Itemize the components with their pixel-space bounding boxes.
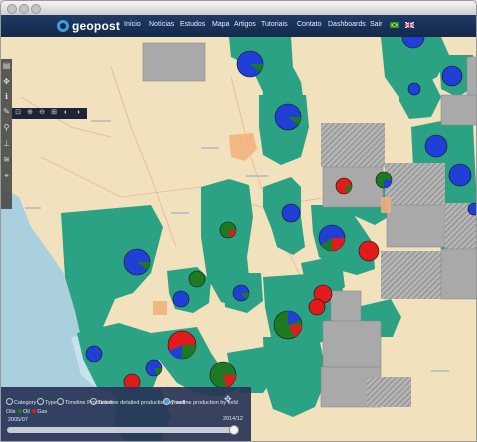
edit-icon[interactable]: ✎ <box>2 107 11 116</box>
sub-legend-gas: Gas <box>37 409 48 415</box>
timeline-start-date: 2005/07 <box>8 417 28 423</box>
pie-marker[interactable] <box>318 224 346 252</box>
pie-marker[interactable] <box>188 270 206 288</box>
map-canvas[interactable] <box>1 37 477 442</box>
pie-marker[interactable] <box>375 171 393 189</box>
pie-marker[interactable] <box>219 221 237 239</box>
zoom-out-icon[interactable]: ⊖ <box>38 109 46 117</box>
nav-item-estudos[interactable]: Estudos <box>180 21 205 28</box>
pie-marker[interactable] <box>358 240 380 262</box>
legend-item-label: Category <box>14 400 37 406</box>
pie-marker[interactable] <box>467 202 477 216</box>
nav-item-dashboards[interactable]: Dashboards <box>328 21 366 28</box>
pie-marker[interactable] <box>448 163 472 187</box>
pie-marker[interactable] <box>407 82 421 96</box>
browser-window: geopost Início Notícias Estudos Mapa Art… <box>0 0 477 442</box>
zoom-toolbar: ⊡ ⊕ ⊖ ⊞ ◐ ◑ <box>12 108 87 119</box>
window-titlebar <box>1 1 476 16</box>
zoom-prev-icon[interactable]: ◐ <box>62 109 70 117</box>
radio-icon <box>90 398 97 405</box>
radio-selected-icon <box>163 398 170 405</box>
uk-flag-icon[interactable] <box>405 22 414 28</box>
nav-item-inicio[interactable]: Início <box>124 21 141 28</box>
pie-marker[interactable] <box>308 298 326 316</box>
move-panel-icon[interactable]: ✥ <box>224 394 232 405</box>
geopost-logo-icon <box>57 20 69 32</box>
pie-marker[interactable] <box>281 203 301 223</box>
production-type-legend: Oils Oil Gas <box>6 409 47 415</box>
search-icon[interactable]: ⚲ <box>2 123 11 132</box>
oil-swatch-icon <box>18 409 23 413</box>
timeline-slider-track[interactable] <box>7 427 239 433</box>
legend-timeline-panel: Category Type Timeline Production Timeli… <box>1 387 251 441</box>
pie-marker[interactable] <box>167 330 197 360</box>
legend-item-label: Type <box>45 400 57 406</box>
sub-legend-oil: Oil <box>23 409 30 415</box>
timeline-end-date: 2014/12 <box>223 416 243 422</box>
map-toolbar: ▤ ✥ ℹ ✎ ⚲ ⊥ ≋ ⌖ <box>1 59 12 209</box>
nav-item-artigos[interactable]: Artigos <box>234 21 256 28</box>
nav-item-mapa[interactable]: Mapa <box>212 21 230 28</box>
pie-marker[interactable] <box>145 359 163 377</box>
legend-item-type[interactable]: Type <box>37 398 57 406</box>
pie-marker[interactable] <box>236 50 264 78</box>
radio-icon <box>57 398 64 405</box>
top-navbar: geopost Início Notícias Estudos Mapa Art… <box>1 15 476 37</box>
pie-marker[interactable] <box>123 248 151 276</box>
nav-item-sair[interactable]: Sair <box>370 21 382 28</box>
zoom-extent-icon[interactable]: ⊡ <box>14 109 22 117</box>
sub-legend-label: Oils <box>6 409 16 415</box>
pan-icon[interactable]: ✥ <box>2 77 11 86</box>
radio-icon <box>37 398 44 405</box>
zoom-next-icon[interactable]: ◑ <box>74 109 82 117</box>
pie-marker[interactable] <box>232 284 250 302</box>
map-viewport[interactable]: ▤ ✥ ℹ ✎ ⚲ ⊥ ≋ ⌖ ⊡ ⊕ ⊖ ⊞ ◐ ◑ Category Typ… <box>1 37 477 442</box>
pie-marker[interactable] <box>424 134 448 158</box>
pie-marker[interactable] <box>209 361 237 389</box>
brazil-flag-icon[interactable] <box>390 22 399 28</box>
measure-icon[interactable]: ⊥ <box>2 139 11 148</box>
chart-icon[interactable]: ≋ <box>2 155 11 164</box>
close-window-button[interactable] <box>7 4 17 14</box>
legend-item-category[interactable]: Category <box>6 398 36 406</box>
logo-text: geopost <box>72 19 121 33</box>
maximize-window-button[interactable] <box>31 4 41 14</box>
timeline-slider-thumb[interactable] <box>229 425 239 435</box>
pie-marker[interactable] <box>441 65 463 87</box>
pie-marker[interactable] <box>274 103 302 131</box>
minimize-window-button[interactable] <box>19 4 29 14</box>
nav-item-tutoriais[interactable]: Tutoriais <box>261 21 288 28</box>
nav-item-noticias[interactable]: Notícias <box>149 21 174 28</box>
pie-marker[interactable] <box>335 177 353 195</box>
pie-marker[interactable] <box>85 345 103 363</box>
gas-swatch-icon <box>32 409 37 413</box>
pie-marker[interactable] <box>273 310 303 340</box>
location-icon[interactable]: ⌖ <box>2 171 11 180</box>
nav-item-contato[interactable]: Contato <box>297 21 322 28</box>
info-icon[interactable]: ℹ <box>2 92 11 101</box>
zoom-in-icon[interactable]: ⊕ <box>26 109 34 117</box>
layers-icon[interactable]: ▤ <box>2 61 11 70</box>
radio-icon <box>6 398 13 405</box>
zoom-box-icon[interactable]: ⊞ <box>50 109 58 117</box>
pie-marker[interactable] <box>172 290 190 308</box>
geopost-logo[interactable]: geopost <box>57 17 120 35</box>
